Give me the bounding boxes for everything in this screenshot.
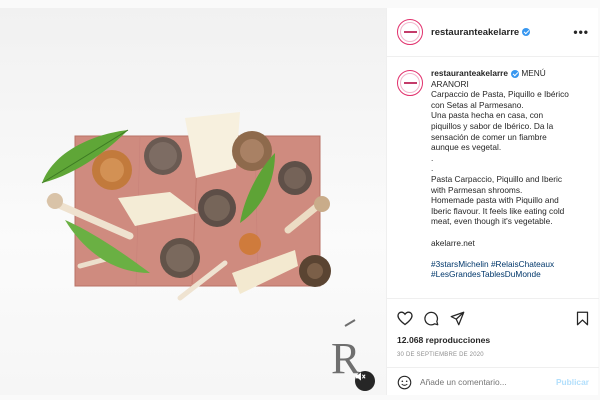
instagram-post-frame: R restauranteakelarre ••• restauranteake… — [0, 0, 600, 400]
more-options-button[interactable]: ••• — [573, 25, 589, 39]
caption-line: . — [431, 163, 434, 174]
smiley-icon[interactable] — [397, 375, 412, 390]
caption-section: restauranteakelarre MENÚ ARANORI Carpacc… — [387, 58, 599, 298]
piquillo-roll — [239, 233, 261, 255]
verified-badge-icon — [522, 27, 531, 36]
speaker-muted-icon — [355, 372, 366, 381]
mute-button[interactable] — [355, 371, 375, 391]
post-video[interactable]: R — [0, 8, 386, 395]
dish-illustration: R — [41, 112, 361, 383]
post-date: 30 DE SEPTIEMBRE DE 2020 — [397, 352, 484, 358]
heart-icon[interactable] — [397, 311, 413, 326]
caption-line: with Parmesan shrooms. — [431, 184, 523, 195]
avatar[interactable] — [397, 19, 423, 45]
caption-line: meat, even though it's vegetable. — [431, 216, 553, 227]
caption-line: Pasta Carpaccio, Piquillo and Iberic — [431, 173, 562, 184]
hashtag-link[interactable]: #3starsMichelin #RelaisChateaux — [431, 259, 569, 270]
caption-line: Carpaccio de Pasta, Piquillo e Ibérico — [431, 89, 569, 100]
post-side-panel: restauranteakelarre ••• restauranteakela… — [386, 8, 599, 395]
comment-input[interactable] — [420, 377, 540, 387]
caption-website: akelarre.net — [431, 237, 475, 248]
post-header: restauranteakelarre ••• — [387, 8, 599, 57]
share-icon[interactable] — [450, 311, 465, 326]
comment-bar: Publicar — [387, 367, 599, 396]
username-link[interactable]: restauranteakelarre — [431, 27, 531, 38]
caption-line: aunque es vegetal. — [431, 142, 502, 153]
comment-icon[interactable] — [424, 311, 439, 326]
caption-avatar[interactable] — [397, 70, 423, 96]
caption-line: Homemade pasta with Piquillo and — [431, 195, 559, 206]
caption-line: MENÚ — [521, 68, 546, 78]
caption-line: piquillos y sabor de Ibérico. Da la — [431, 120, 554, 131]
post-actions: 12.068 reproducciones 30 DE SEPTIEMBRE D… — [387, 298, 599, 395]
caption-text: restauranteakelarre MENÚ ARANORI Carpacc… — [431, 68, 569, 280]
verified-badge-icon — [511, 69, 520, 78]
caption-line: con Setas al Parmesano. — [431, 99, 524, 110]
caption-username[interactable]: restauranteakelarre — [431, 68, 508, 78]
publish-button[interactable]: Publicar — [556, 377, 589, 387]
bookmark-icon[interactable] — [576, 311, 589, 326]
view-count[interactable]: 12.068 reproducciones — [397, 335, 490, 345]
caption-line: ARANORI — [431, 78, 469, 89]
caption-line: . — [431, 152, 434, 163]
hashtag-link[interactable]: #LesGrandesTablesDuMonde — [431, 269, 569, 280]
caption-line: Una pasta hecha en casa, con — [431, 110, 544, 121]
caption-line: Iberic flavour. It feels like eating col… — [431, 205, 565, 216]
caption-line: sensación de comer un fiambre — [431, 131, 547, 142]
